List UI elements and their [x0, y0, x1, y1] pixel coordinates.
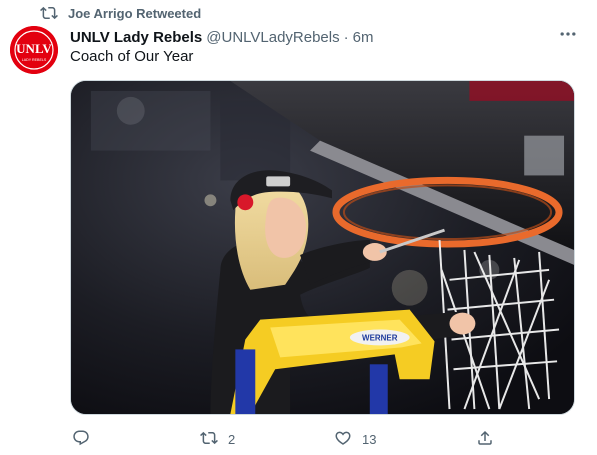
reply-button[interactable] [72, 428, 100, 450]
tweet-card[interactable]: Joe Arrigo Retweeted UNLV LADY REBELS UN… [0, 0, 597, 455]
tweet-header: UNLV Lady Rebels @UNLVLadyRebels · 6m [70, 27, 373, 47]
avatar-logo-subtext: LADY REBELS [22, 58, 47, 62]
retweet-icon [40, 4, 58, 22]
share-button[interactable] [476, 428, 494, 450]
ladder-brand-label: WERNER [362, 333, 398, 342]
share-icon [476, 429, 494, 450]
tweet-photo[interactable]: WERNER [70, 80, 575, 415]
like-icon [334, 429, 352, 450]
avatar[interactable]: UNLV LADY REBELS [10, 26, 58, 74]
author-name[interactable]: UNLV Lady Rebels [70, 29, 202, 46]
more-options-button[interactable] [556, 26, 580, 46]
like-button[interactable]: 13 [334, 428, 376, 450]
retweet-icon [200, 429, 218, 450]
retweet-banner-text[interactable]: Joe Arrigo Retweeted [68, 6, 201, 21]
tweet-actions: 2 13 [70, 428, 575, 450]
more-icon [558, 24, 578, 49]
tweet-text: Coach of Our Year [70, 48, 194, 65]
author-handle[interactable]: @UNLVLadyRebels [206, 29, 339, 46]
retweet-button[interactable]: 2 [200, 428, 235, 450]
like-count: 13 [362, 431, 377, 447]
tweet-timestamp[interactable]: 6m [353, 29, 374, 46]
retweet-banner: Joe Arrigo Retweeted [40, 4, 201, 22]
avatar-logo-text: UNLV [16, 41, 52, 56]
header-separator: · [343, 28, 349, 46]
reply-icon [72, 429, 90, 450]
retweet-count: 2 [228, 431, 236, 447]
